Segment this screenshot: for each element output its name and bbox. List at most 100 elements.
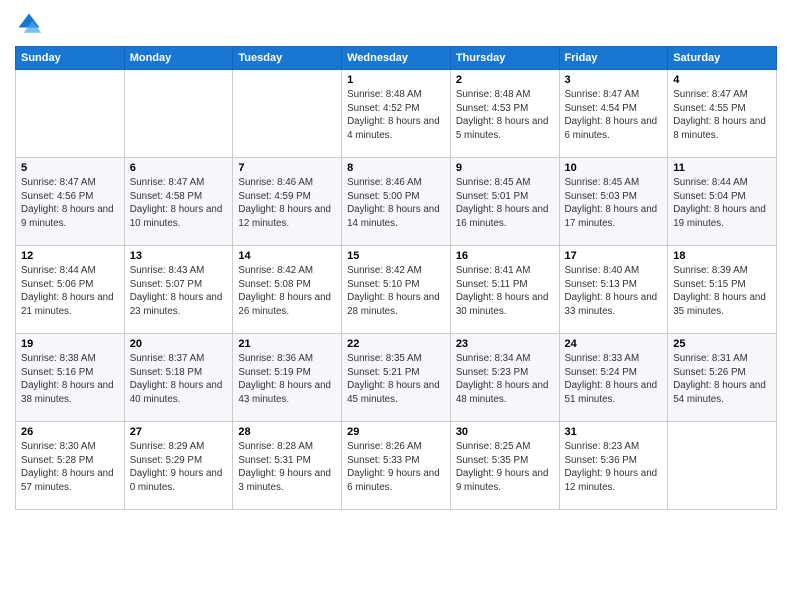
day-number: 21 <box>238 338 336 350</box>
day-number: 5 <box>21 162 119 174</box>
day-detail: Sunrise: 8:45 AM Sunset: 5:03 PM Dayligh… <box>565 176 663 231</box>
day-detail: Sunrise: 8:39 AM Sunset: 5:15 PM Dayligh… <box>673 264 771 319</box>
day-detail: Sunrise: 8:47 AM Sunset: 4:58 PM Dayligh… <box>130 176 228 231</box>
day-cell: 25 Sunrise: 8:31 AM Sunset: 5:26 PM Dayli… <box>668 334 777 422</box>
weekday-header-row: SundayMondayTuesdayWednesdayThursdayFrid… <box>16 47 777 70</box>
day-number: 29 <box>347 426 445 438</box>
calendar-table: SundayMondayTuesdayWednesdayThursdayFrid… <box>15 46 777 510</box>
day-cell: 4 Sunrise: 8:47 AM Sunset: 4:55 PM Daylig… <box>668 70 777 158</box>
day-cell: 28 Sunrise: 8:28 AM Sunset: 5:31 PM Dayli… <box>233 422 342 510</box>
day-detail: Sunrise: 8:38 AM Sunset: 5:16 PM Dayligh… <box>21 352 119 407</box>
day-cell: 2Sunrise: 8:48 AM Sunset: 4:53 PM Daylig… <box>450 70 559 158</box>
weekday-sunday: Sunday <box>16 47 125 70</box>
day-number: 10 <box>565 162 663 174</box>
day-detail: Sunrise: 8:47 AM Sunset: 4:54 PM Dayligh… <box>565 88 663 143</box>
day-number: 28 <box>238 426 336 438</box>
day-cell: 9 Sunrise: 8:45 AM Sunset: 5:01 PM Daylig… <box>450 158 559 246</box>
day-cell: 16 Sunrise: 8:41 AM Sunset: 5:11 PM Dayli… <box>450 246 559 334</box>
day-number: 17 <box>565 250 663 262</box>
day-number: 24 <box>565 338 663 350</box>
day-cell: 26Sunrise: 8:30 AM Sunset: 5:28 PM Dayli… <box>16 422 125 510</box>
day-cell: 17 Sunrise: 8:40 AM Sunset: 5:13 PM Dayli… <box>559 246 668 334</box>
day-number: 25 <box>673 338 771 350</box>
day-cell <box>16 70 125 158</box>
day-detail: Sunrise: 8:25 AM Sunset: 5:35 PM Dayligh… <box>456 440 554 495</box>
week-row-3: 19 Sunrise: 8:38 AM Sunset: 5:16 PM Dayli… <box>16 334 777 422</box>
day-detail: Sunrise: 8:29 AM Sunset: 5:29 PM Dayligh… <box>130 440 228 495</box>
day-cell <box>233 70 342 158</box>
day-cell: 23 Sunrise: 8:34 AM Sunset: 5:23 PM Dayli… <box>450 334 559 422</box>
week-row-1: 5 Sunrise: 8:47 AM Sunset: 4:56 PM Daylig… <box>16 158 777 246</box>
day-cell: 14Sunrise: 8:42 AM Sunset: 5:08 PM Dayli… <box>233 246 342 334</box>
day-detail: Sunrise: 8:28 AM Sunset: 5:31 PM Dayligh… <box>238 440 336 495</box>
day-number: 27 <box>130 426 228 438</box>
day-detail: Sunrise: 8:44 AM Sunset: 5:06 PM Dayligh… <box>21 264 119 319</box>
day-number: 26 <box>21 426 119 438</box>
day-cell: 1 Sunrise: 8:48 AM Sunset: 4:52 PM Daylig… <box>342 70 451 158</box>
day-detail: Sunrise: 8:44 AM Sunset: 5:04 PM Dayligh… <box>673 176 771 231</box>
day-detail: Sunrise: 8:47 AM Sunset: 4:55 PM Dayligh… <box>673 88 771 143</box>
day-cell: 6 Sunrise: 8:47 AM Sunset: 4:58 PM Daylig… <box>124 158 233 246</box>
day-cell: 11 Sunrise: 8:44 AM Sunset: 5:04 PM Dayli… <box>668 158 777 246</box>
day-detail: Sunrise: 8:47 AM Sunset: 4:56 PM Dayligh… <box>21 176 119 231</box>
day-number: 12 <box>21 250 119 262</box>
day-number: 13 <box>130 250 228 262</box>
weekday-saturday: Saturday <box>668 47 777 70</box>
day-cell: 22 Sunrise: 8:35 AM Sunset: 5:21 PM Dayli… <box>342 334 451 422</box>
day-cell: 3 Sunrise: 8:47 AM Sunset: 4:54 PM Daylig… <box>559 70 668 158</box>
day-number: 3 <box>565 74 663 86</box>
weekday-tuesday: Tuesday <box>233 47 342 70</box>
day-detail: Sunrise: 8:40 AM Sunset: 5:13 PM Dayligh… <box>565 264 663 319</box>
weekday-wednesday: Wednesday <box>342 47 451 70</box>
day-number: 11 <box>673 162 771 174</box>
page: SundayMondayTuesdayWednesdayThursdayFrid… <box>0 0 792 612</box>
day-detail: Sunrise: 8:46 AM Sunset: 5:00 PM Dayligh… <box>347 176 445 231</box>
logo <box>15 10 47 38</box>
day-detail: Sunrise: 8:31 AM Sunset: 5:26 PM Dayligh… <box>673 352 771 407</box>
day-cell: 24 Sunrise: 8:33 AM Sunset: 5:24 PM Dayli… <box>559 334 668 422</box>
day-detail: Sunrise: 8:45 AM Sunset: 5:01 PM Dayligh… <box>456 176 554 231</box>
day-cell: 29 Sunrise: 8:26 AM Sunset: 5:33 PM Dayli… <box>342 422 451 510</box>
day-cell <box>124 70 233 158</box>
day-number: 15 <box>347 250 445 262</box>
day-detail: Sunrise: 8:23 AM Sunset: 5:36 PM Dayligh… <box>565 440 663 495</box>
day-cell: 27 Sunrise: 8:29 AM Sunset: 5:29 PM Dayli… <box>124 422 233 510</box>
day-cell: 21Sunrise: 8:36 AM Sunset: 5:19 PM Dayli… <box>233 334 342 422</box>
week-row-2: 12 Sunrise: 8:44 AM Sunset: 5:06 PM Dayli… <box>16 246 777 334</box>
day-number: 18 <box>673 250 771 262</box>
day-cell: 18 Sunrise: 8:39 AM Sunset: 5:15 PM Dayli… <box>668 246 777 334</box>
day-cell: 20 Sunrise: 8:37 AM Sunset: 5:18 PM Dayli… <box>124 334 233 422</box>
day-number: 23 <box>456 338 554 350</box>
day-number: 6 <box>130 162 228 174</box>
day-number: 2 <box>456 74 554 86</box>
day-number: 20 <box>130 338 228 350</box>
day-detail: Sunrise: 8:37 AM Sunset: 5:18 PM Dayligh… <box>130 352 228 407</box>
day-number: 22 <box>347 338 445 350</box>
day-number: 16 <box>456 250 554 262</box>
day-number: 19 <box>21 338 119 350</box>
day-cell: 13Sunrise: 8:43 AM Sunset: 5:07 PM Dayli… <box>124 246 233 334</box>
day-cell: 12 Sunrise: 8:44 AM Sunset: 5:06 PM Dayli… <box>16 246 125 334</box>
day-number: 8 <box>347 162 445 174</box>
day-cell: 7Sunrise: 8:46 AM Sunset: 4:59 PM Daylig… <box>233 158 342 246</box>
weekday-thursday: Thursday <box>450 47 559 70</box>
day-detail: Sunrise: 8:33 AM Sunset: 5:24 PM Dayligh… <box>565 352 663 407</box>
day-cell <box>668 422 777 510</box>
day-detail: Sunrise: 8:34 AM Sunset: 5:23 PM Dayligh… <box>456 352 554 407</box>
day-detail: Sunrise: 8:42 AM Sunset: 5:08 PM Dayligh… <box>238 264 336 319</box>
day-cell: 8 Sunrise: 8:46 AM Sunset: 5:00 PM Daylig… <box>342 158 451 246</box>
logo-icon <box>15 10 43 38</box>
day-number: 9 <box>456 162 554 174</box>
day-cell: 15 Sunrise: 8:42 AM Sunset: 5:10 PM Dayli… <box>342 246 451 334</box>
day-number: 7 <box>238 162 336 174</box>
day-detail: Sunrise: 8:41 AM Sunset: 5:11 PM Dayligh… <box>456 264 554 319</box>
header <box>15 10 777 38</box>
day-number: 1 <box>347 74 445 86</box>
day-detail: Sunrise: 8:35 AM Sunset: 5:21 PM Dayligh… <box>347 352 445 407</box>
day-detail: Sunrise: 8:42 AM Sunset: 5:10 PM Dayligh… <box>347 264 445 319</box>
day-detail: Sunrise: 8:26 AM Sunset: 5:33 PM Dayligh… <box>347 440 445 495</box>
weekday-friday: Friday <box>559 47 668 70</box>
day-number: 4 <box>673 74 771 86</box>
day-detail: Sunrise: 8:48 AM Sunset: 4:52 PM Dayligh… <box>347 88 445 143</box>
day-number: 31 <box>565 426 663 438</box>
